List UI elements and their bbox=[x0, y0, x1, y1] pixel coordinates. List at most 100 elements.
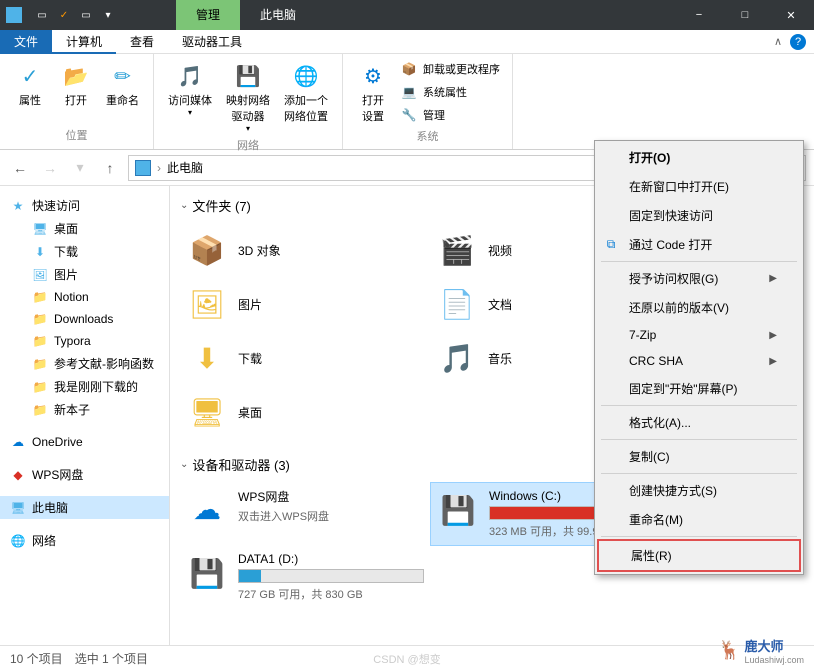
manage-icon: 🔧 bbox=[401, 107, 417, 123]
context-menu: 打开(O)在新窗口中打开(E)固定到快速访问⧉通过 Code 打开授予访问权限(… bbox=[594, 140, 804, 575]
context-menu-item[interactable]: 固定到快速访问 bbox=[597, 201, 801, 230]
system-properties-button[interactable]: 💻 系统属性 bbox=[397, 82, 504, 102]
recent-dropdown[interactable]: ▾ bbox=[68, 156, 92, 180]
wps-icon: ◆ bbox=[10, 467, 26, 483]
open-settings-button[interactable]: ⚙ 打开 设置 bbox=[351, 58, 395, 126]
computer-tab[interactable]: 计算机 bbox=[52, 30, 116, 54]
sidebar-label: 网络 bbox=[32, 532, 56, 549]
sidebar-item-network[interactable]: 🌐 网络 bbox=[0, 529, 169, 552]
folder-name: 视频 bbox=[488, 242, 512, 259]
sidebar-item-pictures[interactable]: 🖼 图片 bbox=[0, 263, 169, 286]
sidebar-item-notion[interactable]: 📁 Notion bbox=[0, 286, 169, 308]
open-button[interactable]: 📂 打开 bbox=[54, 58, 98, 125]
context-menu-separator bbox=[601, 261, 797, 262]
context-menu-label: 授予访问权限(G) bbox=[629, 270, 718, 287]
file-menu[interactable]: 文件 bbox=[0, 30, 52, 54]
context-menu-item[interactable]: CRC SHA▶ bbox=[597, 348, 801, 374]
folder-icon: 🎬 bbox=[436, 229, 478, 271]
access-media-label: 访问媒体 bbox=[168, 92, 212, 108]
minimize-button[interactable]: − bbox=[676, 0, 722, 30]
folder-item[interactable]: 🖼图片 bbox=[180, 277, 430, 331]
csdn-watermark: CSDN @想变 bbox=[373, 651, 440, 667]
sidebar-item-this-pc[interactable]: 🖥 此电脑 bbox=[0, 496, 169, 519]
sidebar-label: OneDrive bbox=[32, 435, 83, 449]
folder-icon: 📁 bbox=[32, 289, 48, 305]
deer-icon: 🦌 bbox=[718, 640, 740, 661]
context-menu-label: 固定到快速访问 bbox=[629, 207, 713, 224]
driver-tools-tab[interactable]: 驱动器工具 bbox=[168, 30, 256, 54]
context-menu-item[interactable]: 复制(C) bbox=[597, 442, 801, 471]
drive-icon: 💾 bbox=[186, 552, 228, 594]
window-title: 此电脑 bbox=[240, 0, 316, 30]
context-menu-separator bbox=[601, 405, 797, 406]
view-tab[interactable]: 查看 bbox=[116, 30, 168, 54]
context-menu-item[interactable]: 还原以前的版本(V) bbox=[597, 293, 801, 322]
pc-icon bbox=[135, 160, 151, 176]
sidebar-item-new-folder[interactable]: 📁 新本子 bbox=[0, 398, 169, 421]
download-icon: ⬇ bbox=[32, 244, 48, 260]
sidebar-item-desktop[interactable]: 🖥 桌面 bbox=[0, 217, 169, 240]
sidebar-item-downloads[interactable]: ⬇ 下载 bbox=[0, 240, 169, 263]
open-label: 打开 bbox=[65, 92, 87, 108]
open-settings-label: 打开 设置 bbox=[362, 92, 384, 124]
close-button[interactable]: ✕ bbox=[768, 0, 814, 30]
sidebar-item-refs[interactable]: 📁 参考文献-影响函数 bbox=[0, 352, 169, 375]
quick-access-icon-3[interactable]: ▭ bbox=[78, 7, 94, 23]
watermark: 🦌 鹿大师 Ludashiwj.com bbox=[718, 636, 804, 665]
context-menu-item[interactable]: 打开(O) bbox=[597, 143, 801, 172]
context-menu-item[interactable]: 格式化(A)... bbox=[597, 408, 801, 437]
submenu-arrow-icon: ▶ bbox=[769, 273, 777, 284]
sidebar-item-quick-access[interactable]: ★ 快速访问 bbox=[0, 194, 169, 217]
map-drive-label: 映射网络 驱动器 bbox=[226, 92, 270, 124]
context-menu-item[interactable]: 授予访问权限(G) ▶ bbox=[597, 264, 801, 293]
context-menu-item[interactable]: 固定到"开始"屏幕(P) bbox=[597, 374, 801, 403]
breadcrumb[interactable]: 此电脑 bbox=[167, 159, 203, 176]
code-icon: ⧉ bbox=[603, 237, 619, 253]
add-network-location-button[interactable]: 🌐 添加一个 网络位置 bbox=[278, 58, 334, 135]
folder-item[interactable]: 📦3D 对象 bbox=[180, 223, 430, 277]
back-button[interactable]: ← bbox=[8, 156, 32, 180]
app-icon bbox=[6, 7, 22, 23]
drive-sub: 双击进入WPS网盘 bbox=[238, 508, 424, 524]
location-group-label: 位置 bbox=[8, 125, 145, 145]
map-drive-button[interactable]: 💾 映射网络 驱动器 ▾ bbox=[220, 58, 276, 135]
selected-count: 选中 1 个项目 bbox=[75, 650, 148, 667]
sidebar-item-typora[interactable]: 📁 Typora bbox=[0, 330, 169, 352]
sidebar-item-just-downloaded[interactable]: 📁 我是刚刚下载的 bbox=[0, 375, 169, 398]
context-menu-item[interactable]: 在新窗口中打开(E) bbox=[597, 172, 801, 201]
properties-button[interactable]: ✓ 属性 bbox=[8, 58, 52, 125]
rename-button[interactable]: ✏ 重命名 bbox=[100, 58, 145, 125]
context-menu-item[interactable]: ⧉通过 Code 打开 bbox=[597, 230, 801, 259]
map-drive-icon: 💾 bbox=[232, 60, 264, 92]
sidebar-label: Typora bbox=[54, 334, 91, 348]
help-icon[interactable]: ? bbox=[790, 34, 806, 50]
ribbon-collapse-icon[interactable]: ∧ bbox=[774, 35, 782, 48]
folder-item[interactable]: 🖥桌面 bbox=[180, 385, 430, 439]
forward-button[interactable]: → bbox=[38, 156, 62, 180]
drive-item[interactable]: 💾 DATA1 (D:) 727 GB 可用，共 830 GB bbox=[180, 546, 430, 608]
system-group-label: 系统 bbox=[351, 126, 504, 146]
context-menu-label: 7-Zip bbox=[629, 328, 656, 342]
uninstall-icon: 📦 bbox=[401, 61, 417, 77]
sidebar-item-downloads-en[interactable]: 📁 Downloads bbox=[0, 308, 169, 330]
network-group-label: 网络 bbox=[162, 135, 334, 155]
context-menu-item[interactable]: 属性(R) bbox=[597, 539, 801, 572]
quick-access-icon-1[interactable]: ▭ bbox=[34, 7, 50, 23]
context-menu-item[interactable]: 7-Zip▶ bbox=[597, 322, 801, 348]
sidebar-item-wps[interactable]: ◆ WPS网盘 bbox=[0, 463, 169, 486]
sidebar-item-onedrive[interactable]: ☁ OneDrive bbox=[0, 431, 169, 453]
manage-button[interactable]: 🔧 管理 bbox=[397, 105, 504, 125]
access-media-button[interactable]: 🎵 访问媒体 ▾ bbox=[162, 58, 218, 135]
context-menu-separator bbox=[601, 473, 797, 474]
maximize-button[interactable]: □ bbox=[722, 0, 768, 30]
manage-context-tab[interactable]: 管理 bbox=[176, 0, 240, 30]
up-button[interactable]: ↑ bbox=[98, 156, 122, 180]
context-menu-item[interactable]: 重命名(M) bbox=[597, 505, 801, 534]
quick-access-icon-2[interactable]: ✓ bbox=[56, 7, 72, 23]
folder-name: 下载 bbox=[238, 350, 262, 367]
drive-item[interactable]: ☁ WPS网盘 双击进入WPS网盘 bbox=[180, 482, 430, 546]
uninstall-button[interactable]: 📦 卸载或更改程序 bbox=[397, 59, 504, 79]
quick-access-dropdown-icon[interactable]: ▾ bbox=[100, 7, 116, 23]
folder-item[interactable]: ⬇下载 bbox=[180, 331, 430, 385]
context-menu-item[interactable]: 创建快捷方式(S) bbox=[597, 476, 801, 505]
